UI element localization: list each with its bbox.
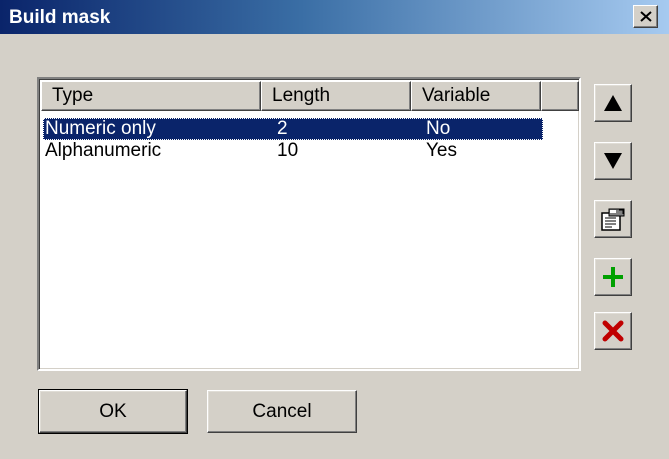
properties-button[interactable]	[594, 200, 632, 238]
window-title: Build mask	[9, 7, 111, 28]
table-row[interactable]: Alphanumeric 10 Yes	[43, 140, 543, 162]
delete-x-icon	[602, 320, 624, 342]
column-header-filler	[541, 81, 579, 111]
cell-variable: No	[426, 118, 451, 139]
list-header: Type Length Variable	[41, 81, 579, 111]
table-row[interactable]: Numeric only 2 No	[43, 118, 543, 140]
cell-length: 2	[277, 118, 288, 139]
column-header-type[interactable]: Type	[41, 81, 261, 111]
column-header-variable[interactable]: Variable	[411, 81, 541, 111]
arrow-down-icon	[604, 153, 622, 169]
mask-list[interactable]: Type Length Variable Numeric only 2 No A…	[37, 77, 581, 371]
move-up-button[interactable]	[594, 84, 632, 122]
title-bar: Build mask	[0, 0, 669, 34]
cell-length: 10	[277, 140, 299, 161]
arrow-up-icon	[604, 95, 622, 111]
cancel-button[interactable]: Cancel	[207, 390, 357, 433]
column-header-length[interactable]: Length	[261, 81, 411, 111]
move-down-button[interactable]	[594, 142, 632, 180]
cell-type: Numeric only	[45, 118, 156, 139]
add-button[interactable]	[594, 258, 632, 296]
properties-icon	[601, 208, 625, 231]
cell-type: Alphanumeric	[45, 140, 162, 161]
delete-button[interactable]	[594, 312, 632, 350]
cell-variable: Yes	[426, 140, 457, 161]
close-button[interactable]	[633, 5, 658, 28]
ok-button[interactable]: OK	[38, 389, 188, 434]
plus-icon	[603, 267, 623, 287]
close-x-icon	[639, 11, 652, 22]
